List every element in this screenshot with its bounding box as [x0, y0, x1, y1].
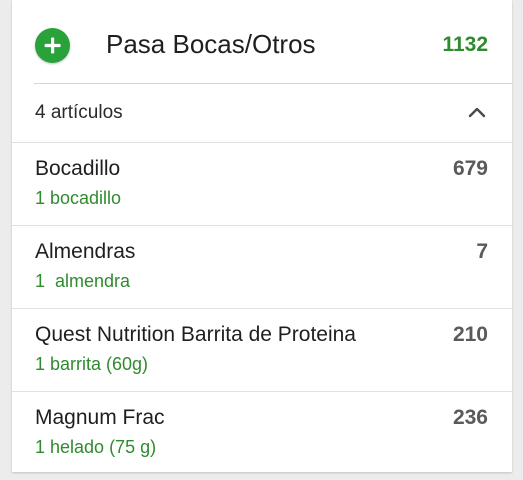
chevron-up-icon[interactable]	[466, 101, 488, 123]
plus-icon	[44, 37, 61, 54]
food-item-serving: 1 helado (75 g)	[35, 437, 157, 457]
food-item-name: Bocadillo	[35, 157, 121, 180]
items-summary-toggle[interactable]: 4 artículos	[12, 84, 512, 142]
food-item[interactable]: Almendras 1 almendra 7	[12, 225, 512, 308]
category-title: Pasa Bocas/Otros	[106, 29, 316, 59]
category-total-calories: 1132	[442, 33, 488, 56]
food-item[interactable]: Bocadillo 1 bocadillo 679	[12, 142, 512, 225]
food-item-name: Magnum Frac	[35, 406, 165, 429]
food-item-name: Quest Nutrition Barrita de Proteina	[35, 323, 356, 346]
items-count-label: 4 artículos	[35, 102, 123, 123]
food-item-serving: 1 barrita (60g)	[35, 354, 149, 374]
food-item-calories: 7	[476, 240, 488, 263]
food-item-serving: 1 almendra	[35, 271, 131, 291]
meal-category-card: Pasa Bocas/Otros 1132 4 artículos Bocadi…	[12, 0, 512, 472]
food-item-serving: 1 bocadillo	[35, 188, 122, 208]
food-item-calories: 679	[452, 157, 488, 180]
food-item-name: Almendras	[35, 240, 136, 263]
food-item[interactable]: Quest Nutrition Barrita de Proteina 1 ba…	[12, 308, 512, 391]
food-item-calories: 210	[452, 323, 488, 346]
food-item-list: Bocadillo 1 bocadillo 679 Almendras 1 al…	[12, 142, 512, 474]
food-item-calories: 236	[452, 406, 488, 429]
food-item[interactable]: Magnum Frac 1 helado (75 g) 236	[12, 391, 512, 474]
category-header: Pasa Bocas/Otros 1132	[12, 0, 512, 84]
add-food-button[interactable]	[35, 28, 70, 63]
